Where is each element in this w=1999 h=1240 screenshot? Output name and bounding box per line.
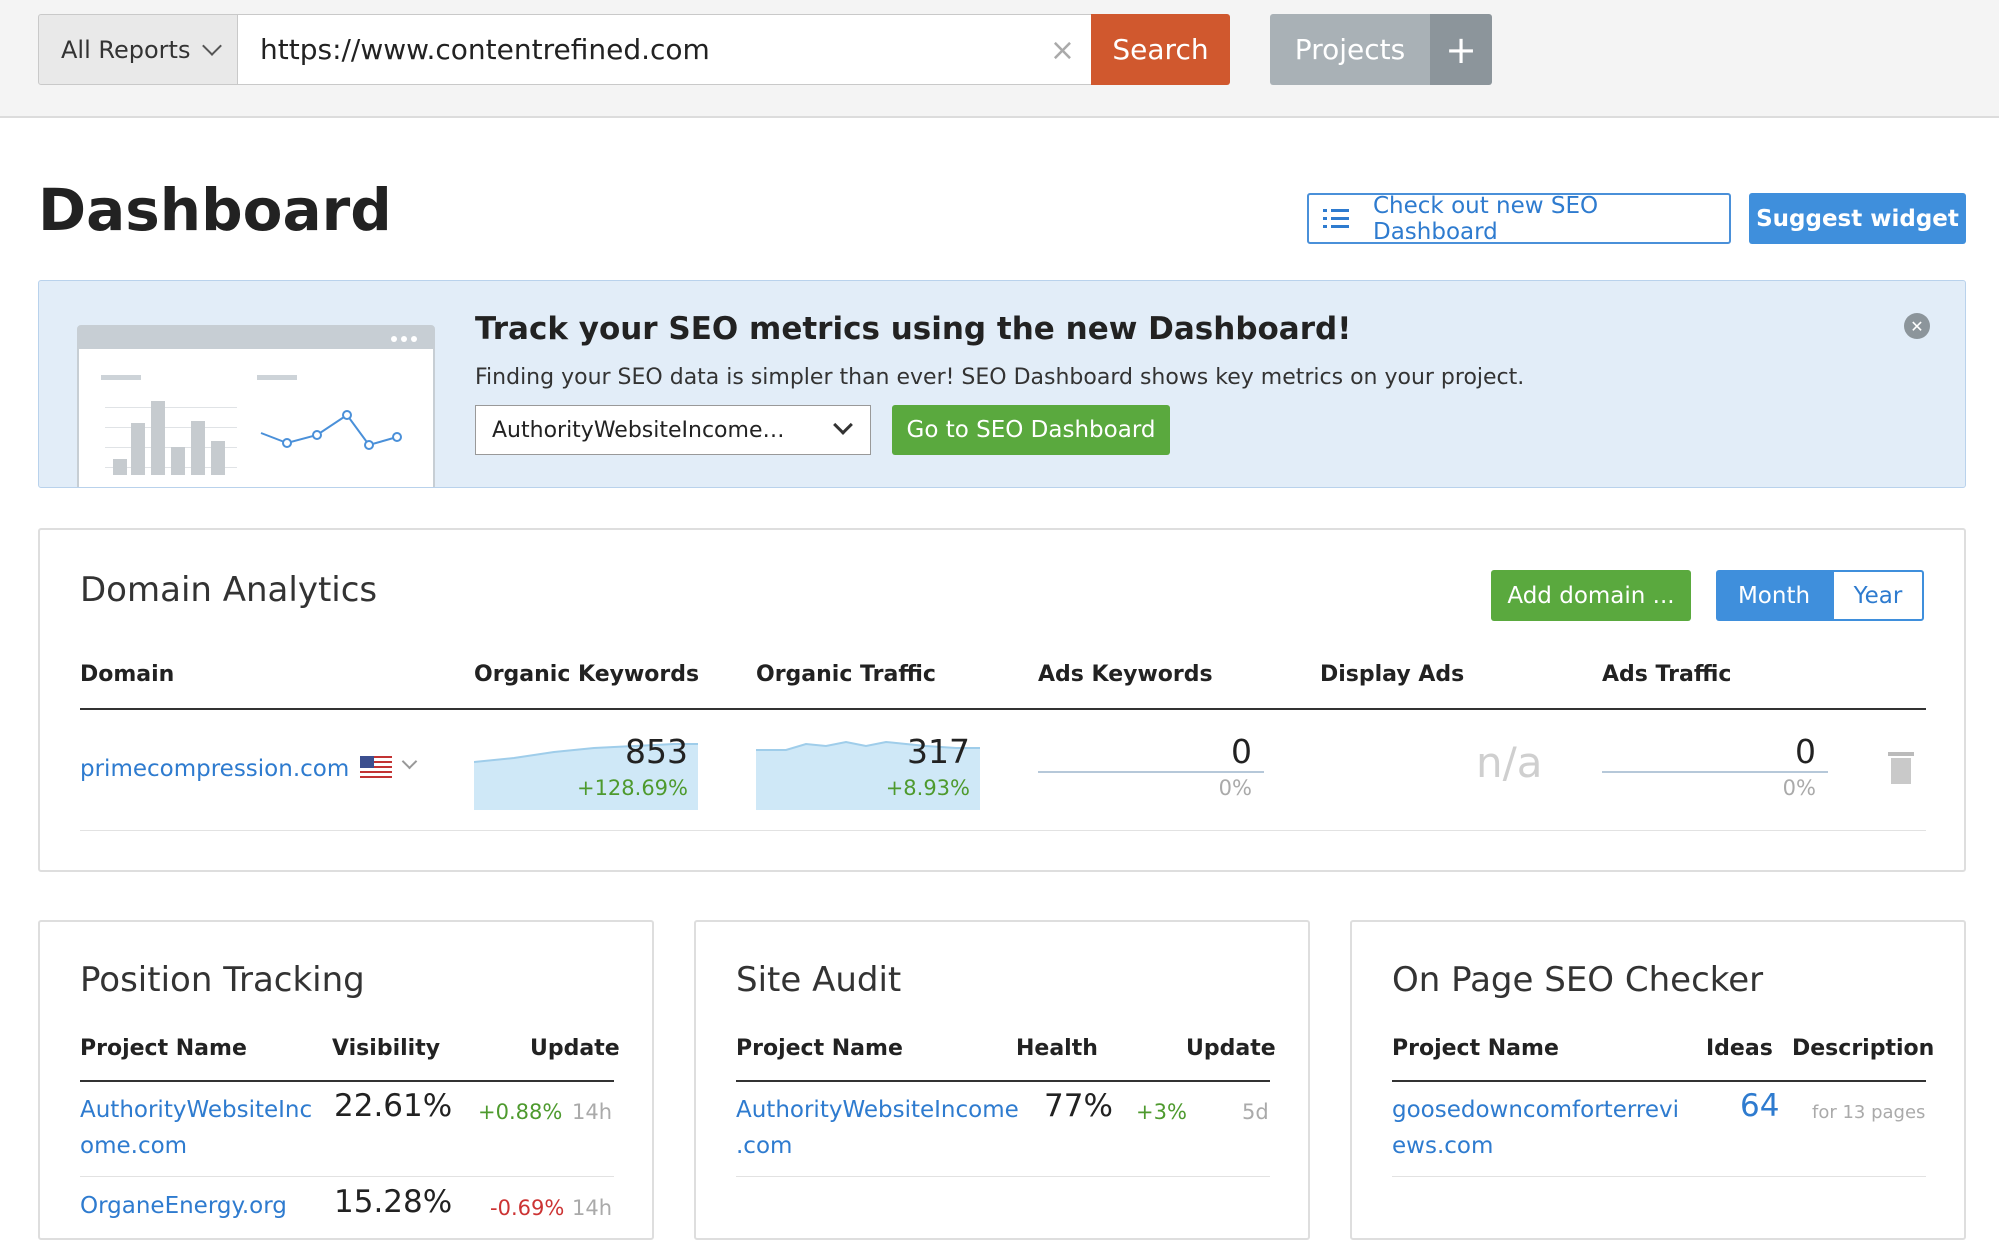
- site-audit-card: Site Audit Project Name Health Update Au…: [694, 920, 1310, 1240]
- projects-button[interactable]: Projects: [1270, 14, 1430, 85]
- column-header-organic-keywords: Organic Keywords: [474, 662, 700, 687]
- organic-keywords-value: 853: [625, 732, 688, 771]
- project-link[interactable]: goosedowncomforterrevi ews.com: [1392, 1092, 1679, 1164]
- site-audit-title: Site Audit: [736, 960, 902, 1000]
- column-header-project-name: Project Name: [736, 1036, 903, 1061]
- go-to-seo-dashboard-button[interactable]: Go to SEO Dashboard: [892, 405, 1170, 455]
- seo-dashboard-banner: Track your SEO metrics using the new Das…: [38, 280, 1966, 488]
- search-input-value: https://www.contentrefined.com: [260, 33, 710, 66]
- column-header-project-name: Project Name: [80, 1036, 247, 1061]
- clear-icon[interactable]: ×: [1050, 33, 1075, 68]
- row-divider: [736, 1176, 1270, 1177]
- header-divider: [80, 1080, 614, 1082]
- organic-traffic-value: 317: [907, 732, 970, 771]
- header-divider: [1392, 1080, 1926, 1082]
- list-icon: [1323, 207, 1349, 229]
- ads-keywords-sparkline: [1038, 771, 1264, 773]
- ads-keywords-value: 0: [1231, 732, 1252, 771]
- close-icon[interactable]: ✕: [1904, 313, 1930, 339]
- page-title: Dashboard: [38, 176, 392, 244]
- project-link[interactable]: AuthorityWebsiteIncome .com: [736, 1092, 1019, 1164]
- banner-subtitle: Finding your SEO data is simpler than ev…: [475, 365, 1525, 390]
- visibility-change: +0.88%: [478, 1100, 563, 1124]
- add-domain-button[interactable]: Add domain ...: [1491, 570, 1691, 621]
- ideas-count-link[interactable]: 64: [1740, 1088, 1779, 1124]
- project-name-line: goosedowncomforterrevi: [1392, 1097, 1680, 1123]
- period-year-toggle[interactable]: Year: [1832, 570, 1924, 621]
- project-select-value: AuthorityWebsiteIncome…: [492, 417, 785, 443]
- period-month-toggle[interactable]: Month: [1716, 570, 1832, 621]
- row-divider: [1392, 1176, 1926, 1177]
- project-name-line: ews.com: [1392, 1133, 1494, 1159]
- display-ads-value: n/a: [1476, 738, 1543, 787]
- update-time: 14h: [572, 1100, 613, 1124]
- search-input[interactable]: https://www.contentrefined.com ×: [237, 14, 1092, 85]
- column-header-project-name: Project Name: [1392, 1036, 1559, 1061]
- column-header-description: Description: [1792, 1036, 1935, 1061]
- add-project-button[interactable]: +: [1430, 14, 1492, 85]
- banner-title: Track your SEO metrics using the new Das…: [475, 311, 1352, 347]
- on-page-seo-checker-title: On Page SEO Checker: [1392, 960, 1764, 1000]
- chevron-down-icon: [833, 415, 853, 435]
- column-header-ideas: Ideas: [1706, 1036, 1773, 1061]
- project-select[interactable]: AuthorityWebsiteIncome…: [475, 405, 871, 455]
- report-selector-label: All Reports: [61, 35, 191, 64]
- report-selector[interactable]: All Reports: [38, 14, 238, 85]
- new-seo-dashboard-button[interactable]: Check out new SEO Dashboard: [1307, 192, 1731, 245]
- update-time: 14h: [572, 1196, 613, 1220]
- row-divider: [80, 830, 1926, 831]
- row-divider: [80, 1176, 614, 1177]
- top-search-bar: All Reports https://www.contentrefined.c…: [0, 0, 1999, 118]
- column-header-organic-traffic: Organic Traffic: [756, 662, 936, 687]
- ads-keywords-change: 0%: [1218, 776, 1252, 800]
- trash-icon[interactable]: [1888, 752, 1914, 784]
- column-header-ads-keywords: Ads Keywords: [1038, 662, 1213, 687]
- project-name-line: AuthorityWebsiteIncome: [736, 1097, 1019, 1123]
- header-divider: [736, 1080, 1270, 1082]
- visibility-value: 15.28%: [334, 1184, 453, 1220]
- header-divider: [80, 708, 1926, 710]
- project-name-line: .com: [736, 1133, 793, 1159]
- column-header-visibility: Visibility: [332, 1036, 441, 1061]
- visibility-change: -0.69%: [490, 1196, 565, 1220]
- ads-traffic-value: 0: [1795, 732, 1816, 771]
- column-header-display-ads: Display Ads: [1320, 662, 1465, 687]
- description-text: for 13 pages: [1812, 1102, 1926, 1123]
- project-link[interactable]: AuthorityWebsiteInc ome.com: [80, 1092, 312, 1164]
- position-tracking-title: Position Tracking: [80, 960, 365, 1000]
- domain-analytics-card: Domain Analytics Add domain ... Month Ye…: [38, 528, 1966, 872]
- ads-traffic-change: 0%: [1782, 776, 1816, 800]
- dashboard-illustration-icon: [77, 325, 435, 487]
- project-name-line: AuthorityWebsiteInc: [80, 1097, 313, 1123]
- new-seo-dashboard-label: Check out new SEO Dashboard: [1373, 192, 1599, 245]
- visibility-value: 22.61%: [334, 1088, 453, 1124]
- column-header-update: Update: [530, 1036, 620, 1061]
- domain-analytics-title: Domain Analytics: [80, 570, 378, 610]
- update-time: 5d: [1242, 1100, 1269, 1124]
- us-flag-icon[interactable]: [360, 756, 392, 778]
- on-page-seo-checker-card: On Page SEO Checker Project Name Ideas D…: [1350, 920, 1966, 1240]
- health-change: +3%: [1136, 1100, 1187, 1124]
- health-value: 77%: [1044, 1088, 1113, 1124]
- column-header-domain: Domain: [80, 662, 175, 687]
- column-header-ads-traffic: Ads Traffic: [1602, 662, 1732, 687]
- column-header-health: Health: [1016, 1036, 1098, 1061]
- project-name-line: ome.com: [80, 1133, 188, 1159]
- search-button[interactable]: Search: [1091, 14, 1230, 85]
- chevron-down-icon[interactable]: [401, 753, 418, 770]
- project-link[interactable]: OrganeEnergy.org: [80, 1188, 287, 1224]
- domain-link[interactable]: primecompression.com: [80, 756, 349, 782]
- ads-traffic-sparkline: [1602, 771, 1828, 773]
- organic-keywords-change: +128.69%: [576, 776, 688, 800]
- organic-traffic-change: +8.93%: [885, 776, 970, 800]
- chevron-down-icon: [202, 36, 222, 56]
- suggest-widget-button[interactable]: Suggest widget: [1749, 193, 1966, 244]
- column-header-update: Update: [1186, 1036, 1276, 1061]
- position-tracking-card: Position Tracking Project Name Visibilit…: [38, 920, 654, 1240]
